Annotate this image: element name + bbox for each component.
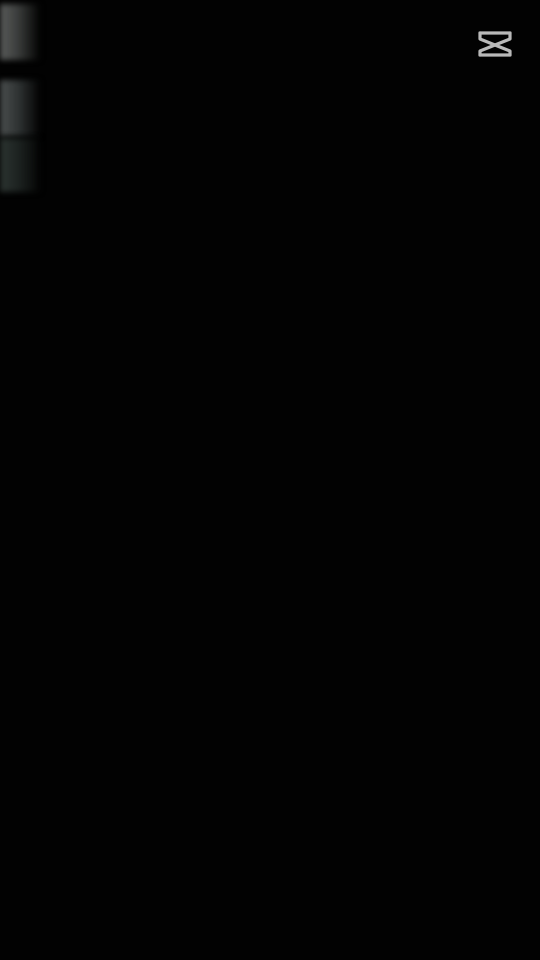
blurred-thumbnail-middle [0, 80, 40, 136]
capcut-logo-icon [476, 28, 514, 60]
blurred-thumbnail-bottom [0, 138, 40, 192]
video-frame [0, 0, 540, 960]
blurred-thumbnail-top [0, 4, 40, 60]
